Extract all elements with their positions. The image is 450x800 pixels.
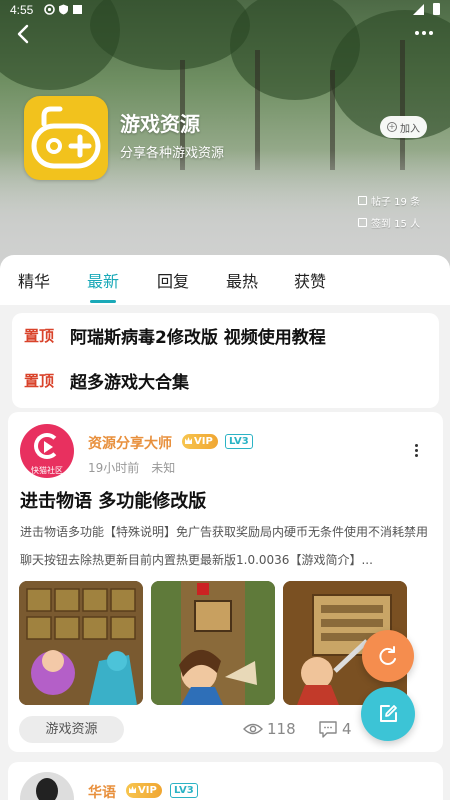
status-time: 4:55 xyxy=(10,3,34,17)
group-title: 游戏资源 xyxy=(120,112,200,136)
tab-replies[interactable]: 回复 xyxy=(157,268,189,292)
pinned-badge: 置顶 xyxy=(24,327,55,345)
post-count-icon xyxy=(358,196,367,205)
post-image[interactable] xyxy=(151,581,275,705)
new-post-button[interactable] xyxy=(361,687,415,741)
plus-icon: + xyxy=(387,122,397,132)
eye-icon xyxy=(243,723,263,735)
posts-stat: 帖子 19 条 xyxy=(358,193,420,208)
active-tab-indicator xyxy=(90,300,116,303)
status-bar: 4:55 xyxy=(0,0,450,20)
vip-badge: VIP xyxy=(126,783,162,798)
author-avatar[interactable] xyxy=(20,772,74,800)
refresh-icon xyxy=(379,646,396,665)
game-screenshot xyxy=(151,581,275,705)
level-badge: LV3 xyxy=(170,783,198,798)
battery-icon xyxy=(433,3,440,15)
post-location: 未知 xyxy=(151,461,176,475)
crown-icon xyxy=(129,786,136,793)
comments-count[interactable]: 4 xyxy=(318,720,352,738)
more-vertical-icon xyxy=(414,454,418,457)
post-meta: 19小时前 未知 xyxy=(88,459,175,476)
pinned-item[interactable]: 置顶 超多游戏大合集 xyxy=(24,368,189,393)
refresh-button[interactable] xyxy=(362,630,414,682)
author-avatar[interactable]: 快猫社区 xyxy=(20,424,74,478)
signin-stat: 签到 15 人 xyxy=(358,215,420,230)
vip-label: VIP xyxy=(194,436,213,447)
back-arrow-icon xyxy=(17,24,29,44)
avatar-caption: 快猫社区 xyxy=(31,466,63,475)
more-dots-icon xyxy=(422,31,426,35)
gamepad-icon xyxy=(31,106,101,169)
game-screenshot xyxy=(19,581,143,705)
pinned-title: 超多游戏大合集 xyxy=(70,373,190,393)
posts-stat-text: 帖子 19 条 xyxy=(371,197,421,208)
tab-liked[interactable]: 获赞 xyxy=(294,268,326,292)
signin-stat-text: 签到 15 人 xyxy=(371,219,421,230)
level-badge: LV3 xyxy=(225,434,253,449)
tab-featured[interactable]: 精华 xyxy=(18,268,50,292)
notification-icon xyxy=(44,4,55,15)
vip-label: VIP xyxy=(138,785,157,796)
group-description: 分享各种游戏资源 xyxy=(120,146,225,161)
more-vertical-icon xyxy=(414,449,418,452)
shield-icon xyxy=(59,4,68,15)
play-triangle-icon xyxy=(44,441,53,453)
pinned-title: 阿瑞斯病毒2修改版 视频使用教程 xyxy=(70,328,326,348)
post-excerpt: 进击物语多功能【特殊说明】免广告获取奖励局内硬币无条件使用不消耗禁用聊天按钮去除… xyxy=(20,525,429,567)
post-card[interactable]: 华语 VIP LV3 xyxy=(8,762,443,800)
pinned-posts: 置顶 阿瑞斯病毒2修改版 视频使用教程 置顶 超多游戏大合集 xyxy=(12,313,439,408)
tab-latest[interactable]: 最新 xyxy=(87,268,119,292)
views-value: 118 xyxy=(267,720,296,738)
post-image[interactable] xyxy=(19,581,143,705)
avatar-person xyxy=(36,778,58,800)
crown-icon xyxy=(185,437,192,444)
group-logo xyxy=(24,96,108,180)
more-dots-icon xyxy=(415,31,419,35)
sort-tabs: 精华 最新 回复 最热 获赞 xyxy=(0,255,450,305)
post-options-button[interactable] xyxy=(413,444,419,457)
author-name[interactable]: 资源分享大师 xyxy=(88,433,172,453)
post-topic-tag[interactable]: 游戏资源 xyxy=(19,716,124,743)
post-time: 19小时前 xyxy=(88,461,140,475)
comment-icon xyxy=(319,721,337,738)
tab-hottest[interactable]: 最热 xyxy=(226,268,258,292)
join-button[interactable]: + 加入 xyxy=(380,116,427,138)
more-dots-icon xyxy=(429,31,433,35)
comments-value: 4 xyxy=(342,720,352,738)
join-label: 加入 xyxy=(400,123,420,135)
square-icon xyxy=(73,5,82,14)
views-count: 118 xyxy=(243,720,296,738)
back-button[interactable] xyxy=(10,20,38,48)
vip-badge: VIP xyxy=(182,434,218,449)
pinned-item[interactable]: 置顶 阿瑞斯病毒2修改版 视频使用教程 xyxy=(24,323,326,348)
edit-icon xyxy=(380,705,397,722)
more-button[interactable] xyxy=(412,22,436,44)
pinned-badge: 置顶 xyxy=(24,372,55,390)
author-name[interactable]: 华语 xyxy=(88,782,116,800)
signal-icon xyxy=(413,4,424,15)
calendar-icon xyxy=(358,218,367,227)
more-vertical-icon xyxy=(414,444,418,447)
post-title[interactable]: 进击物语 多功能修改版 xyxy=(20,487,206,513)
